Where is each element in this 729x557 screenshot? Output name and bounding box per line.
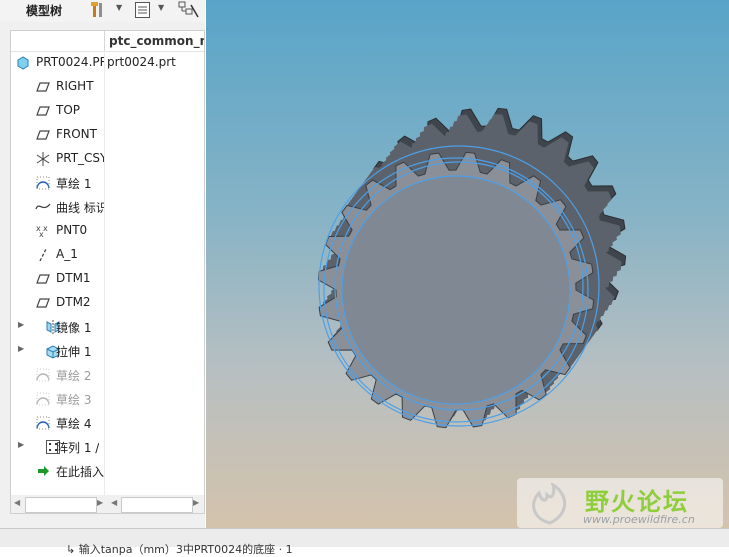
watermark: 野火论坛 www.proewildfire.cn bbox=[517, 478, 723, 528]
column-separator[interactable] bbox=[104, 31, 105, 51]
datum-plane-icon bbox=[36, 130, 50, 140]
tree-item-label: 在此插入 bbox=[56, 465, 104, 479]
datum-point-icon: x xx bbox=[36, 224, 48, 239]
flame-logo-icon bbox=[532, 483, 567, 525]
tree-item-14[interactable]: 草绘 3 bbox=[11, 388, 204, 410]
datum-plane-icon bbox=[36, 106, 50, 116]
gear-body bbox=[317, 107, 627, 429]
expand-arrow-icon[interactable]: ▶ bbox=[18, 320, 24, 329]
tree-item-label: 草绘 2 bbox=[56, 369, 92, 383]
tree-item-7[interactable]: x x x PNT0 bbox=[11, 220, 204, 242]
tree-item-label: PRT0024.PR bbox=[36, 55, 104, 69]
scroll-right-arrow-icon[interactable]: ▶ bbox=[97, 498, 103, 507]
part-icon bbox=[17, 56, 29, 70]
tree-item-filename: prt0024.prt bbox=[107, 55, 176, 69]
tree-item-15[interactable]: 草绘 4 bbox=[11, 412, 204, 434]
tree-item-label: FRONT bbox=[56, 127, 97, 141]
tree-item-8[interactable]: A_1 bbox=[11, 244, 204, 266]
tree-column-header: ptc_common_n bbox=[11, 31, 204, 52]
gear-model bbox=[317, 107, 627, 429]
tree-item-label: RIGHT bbox=[56, 79, 94, 93]
settings-dropdown-icon[interactable]: ▼ bbox=[158, 3, 164, 12]
svg-text:x: x bbox=[39, 230, 44, 239]
tree-settings-icon[interactable] bbox=[134, 1, 152, 19]
scrollbar-thumb-left[interactable] bbox=[25, 497, 97, 513]
coordinate-system-icon bbox=[36, 152, 50, 166]
curve-icon bbox=[35, 203, 51, 210]
tree-item-9[interactable]: DTM1 bbox=[11, 268, 204, 290]
tree-item-label: 镜像 1 bbox=[56, 321, 92, 335]
watermark-title: 野火论坛 bbox=[585, 488, 689, 516]
gear-hub-face bbox=[342, 176, 570, 404]
tree-item-label: 草绘 3 bbox=[56, 393, 92, 407]
tree-item-16[interactable]: ▶ 阵列 1 / bbox=[11, 436, 204, 458]
tree-item-label: TOP bbox=[56, 103, 81, 117]
horizontal-scrollbars: ◀ ▶ ◀ ▶ bbox=[11, 495, 204, 513]
tree-item-6[interactable]: 曲线 标识 bbox=[11, 196, 204, 218]
status-bar: ↳ 输入tanpa（mm）3中PRT0024的底座 · 1 bbox=[0, 528, 729, 556]
tree-item-12[interactable]: ▶ 拉伸 1 bbox=[11, 340, 204, 362]
model-tree: ptc_common_n PRT0024.PR prt0024.prt RIGHT T… bbox=[10, 30, 205, 514]
datum-plane-icon bbox=[36, 274, 50, 284]
tools-icon[interactable] bbox=[90, 1, 110, 19]
tree-item-11[interactable]: ▶ 镜像 1 bbox=[11, 316, 204, 338]
tree-item-label: 草绘 4 bbox=[56, 417, 92, 431]
tree-item-root[interactable]: PRT0024.PR prt0024.prt bbox=[11, 52, 204, 74]
expand-arrow-icon[interactable]: ▶ bbox=[18, 440, 24, 449]
expand-arrow-icon[interactable]: ▶ bbox=[18, 344, 24, 353]
tree-item-label: 草绘 1 bbox=[56, 177, 92, 191]
scroll-right-arrow-icon-2[interactable]: ▶ bbox=[193, 498, 199, 507]
tree-item-label: PNT0 bbox=[56, 223, 88, 237]
scroll-left-arrow-icon-2[interactable]: ◀ bbox=[111, 498, 117, 507]
datum-axis-icon bbox=[39, 248, 47, 262]
insert-here-icon bbox=[38, 466, 49, 476]
tree-item-10[interactable]: DTM2 bbox=[11, 292, 204, 314]
tree-item-13[interactable]: 草绘 2 bbox=[11, 364, 204, 386]
graphics-viewport[interactable] bbox=[206, 0, 729, 528]
model-tree-title: 模型树 bbox=[26, 4, 63, 18]
sketch-icon bbox=[36, 392, 50, 406]
tree-item-3[interactable]: FRONT bbox=[11, 124, 204, 146]
model-tree-toolbar: 模型树 ▼ ▼ bbox=[0, 0, 205, 23]
tree-item-17[interactable]: 在此插入 bbox=[11, 460, 204, 482]
datum-plane-icon bbox=[36, 82, 50, 92]
status-message: ↳ 输入tanpa（mm）3中PRT0024的底座 · 1 bbox=[66, 543, 293, 556]
tree-item-1[interactable]: RIGHT bbox=[11, 76, 204, 98]
sketch-icon bbox=[36, 368, 50, 382]
tree-item-4[interactable]: PRT_CSY bbox=[11, 148, 204, 170]
scroll-left-arrow-icon[interactable]: ◀ bbox=[14, 498, 20, 507]
scrollbar-thumb-right[interactable] bbox=[121, 497, 193, 513]
tree-item-label: 曲线 标识 bbox=[56, 201, 104, 215]
tree-item-label: 阵列 1 / bbox=[56, 441, 100, 455]
tree-item-label: A_1 bbox=[56, 247, 78, 261]
column-header-label[interactable]: ptc_common_n bbox=[109, 34, 204, 48]
tree-filter-icon[interactable] bbox=[178, 1, 200, 19]
tree-item-label: 拉伸 1 bbox=[56, 345, 92, 359]
tree-item-label: DTM2 bbox=[56, 295, 91, 309]
tree-item-2[interactable]: TOP bbox=[11, 100, 204, 122]
sketch-icon bbox=[36, 176, 50, 190]
tools-dropdown-icon[interactable]: ▼ bbox=[116, 3, 122, 12]
tree-item-label: DTM1 bbox=[56, 271, 91, 285]
tree-item-label: PRT_CSY bbox=[56, 151, 104, 165]
watermark-url: www.proewildfire.cn bbox=[583, 513, 695, 526]
svg-text:x: x bbox=[43, 224, 48, 233]
datum-plane-icon bbox=[36, 298, 50, 308]
sketch-icon bbox=[36, 416, 50, 430]
tree-item-5[interactable]: 草绘 1 bbox=[11, 172, 204, 194]
model-tree-panel: ptc_common_n PRT0024.PR prt0024.prt RIGHT T… bbox=[0, 22, 205, 528]
